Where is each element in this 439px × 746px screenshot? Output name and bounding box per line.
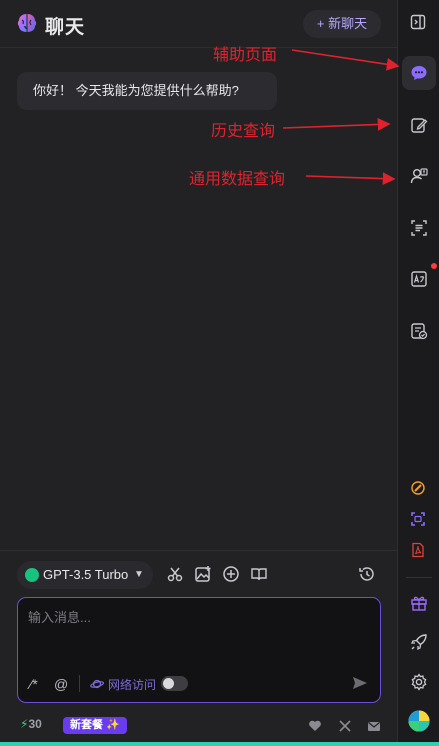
paintbrush-icon — [411, 481, 425, 495]
x-twitter-icon[interactable] — [338, 719, 352, 733]
settings-button[interactable] — [402, 665, 436, 699]
chat-header: 聊天 + 新聊天 — [0, 0, 397, 48]
document-check-button[interactable] — [402, 314, 436, 348]
gift-icon — [411, 596, 427, 611]
heart-icon[interactable] — [308, 719, 322, 733]
new-chat-button[interactable]: + 新聊天 — [303, 10, 381, 38]
rocket-icon — [410, 634, 427, 651]
annotation-label: 历史查询 — [211, 121, 276, 140]
screenshot-icon — [411, 512, 425, 526]
paint-button[interactable] — [402, 472, 436, 506]
divider — [406, 577, 432, 578]
panel-toggle-icon — [410, 14, 426, 30]
avatar-button[interactable] — [402, 704, 436, 738]
edit-icon — [411, 118, 428, 133]
notification-dot — [431, 263, 437, 269]
magic-wand-icon[interactable]: ⁄* — [30, 676, 38, 692]
gear-icon — [411, 673, 427, 691]
assistant-chat-button[interactable] — [402, 56, 436, 90]
chat-panel: 聊天 + 新聊天 你好！ 今天我能为您提供什么帮助? GPT-3.5 Turbo… — [0, 0, 397, 746]
send-icon[interactable] — [351, 674, 369, 692]
message-input[interactable] — [28, 607, 368, 657]
network-access-label: 网络访问 — [108, 678, 157, 692]
right-sidebar — [397, 0, 439, 746]
brain-logo-icon — [17, 14, 37, 32]
message-input-box: ⁄* @ 网络访问 — [17, 597, 381, 703]
app-window: 聊天 + 新聊天 你好！ 今天我能为您提供什么帮助? GPT-3.5 Turbo… — [0, 0, 439, 746]
history-icon[interactable] — [358, 565, 376, 583]
annotation-label: 辅助页面 — [213, 45, 278, 64]
pdf-button[interactable] — [402, 534, 436, 568]
user-query-icon — [410, 168, 428, 184]
add-circle-icon[interactable] — [222, 565, 240, 583]
pdf-icon — [412, 542, 424, 558]
screenshot-button[interactable] — [402, 503, 436, 537]
credits-value: 30 — [28, 717, 42, 731]
status-bar: ⚡30 新套餐 ✨ — [0, 710, 397, 746]
avatar — [408, 710, 430, 732]
image-translate-icon — [411, 271, 427, 287]
model-label: GPT-3.5 Turbo — [43, 567, 129, 582]
openai-icon — [25, 568, 39, 582]
mail-icon[interactable] — [367, 719, 381, 733]
chat-toolbar: GPT-3.5 Turbo ▼ — [0, 550, 397, 596]
document-check-icon — [411, 323, 428, 340]
assistant-message: 你好！ 今天我能为您提供什么帮助? — [17, 72, 277, 110]
scan-text-icon — [411, 220, 427, 236]
network-access-toggle[interactable] — [161, 676, 188, 691]
new-plan-badge[interactable]: 新套餐 ✨ — [63, 717, 127, 734]
image-upload-icon[interactable] — [194, 565, 212, 583]
data-query-button[interactable] — [402, 159, 436, 193]
model-selector[interactable]: GPT-3.5 Turbo ▼ — [17, 561, 153, 589]
divider — [79, 675, 80, 692]
window-bottom-border — [0, 742, 439, 746]
credits-counter: ⚡30 — [20, 717, 42, 731]
gift-button[interactable] — [402, 586, 436, 620]
chat-bubble-icon — [411, 66, 427, 80]
expand-panel-button[interactable] — [402, 6, 436, 40]
history-edit-button[interactable] — [402, 108, 436, 142]
mention-icon[interactable]: @ — [54, 676, 68, 692]
scissors-icon[interactable] — [166, 565, 184, 583]
scan-text-button[interactable] — [402, 211, 436, 245]
chevron-down-icon: ▼ — [134, 569, 144, 580]
annotation-label: 通用数据查询 — [189, 169, 286, 188]
page-title: 聊天 — [45, 17, 86, 38]
book-icon[interactable] — [250, 565, 268, 583]
rocket-button[interactable] — [402, 625, 436, 659]
planet-icon — [90, 679, 104, 689]
